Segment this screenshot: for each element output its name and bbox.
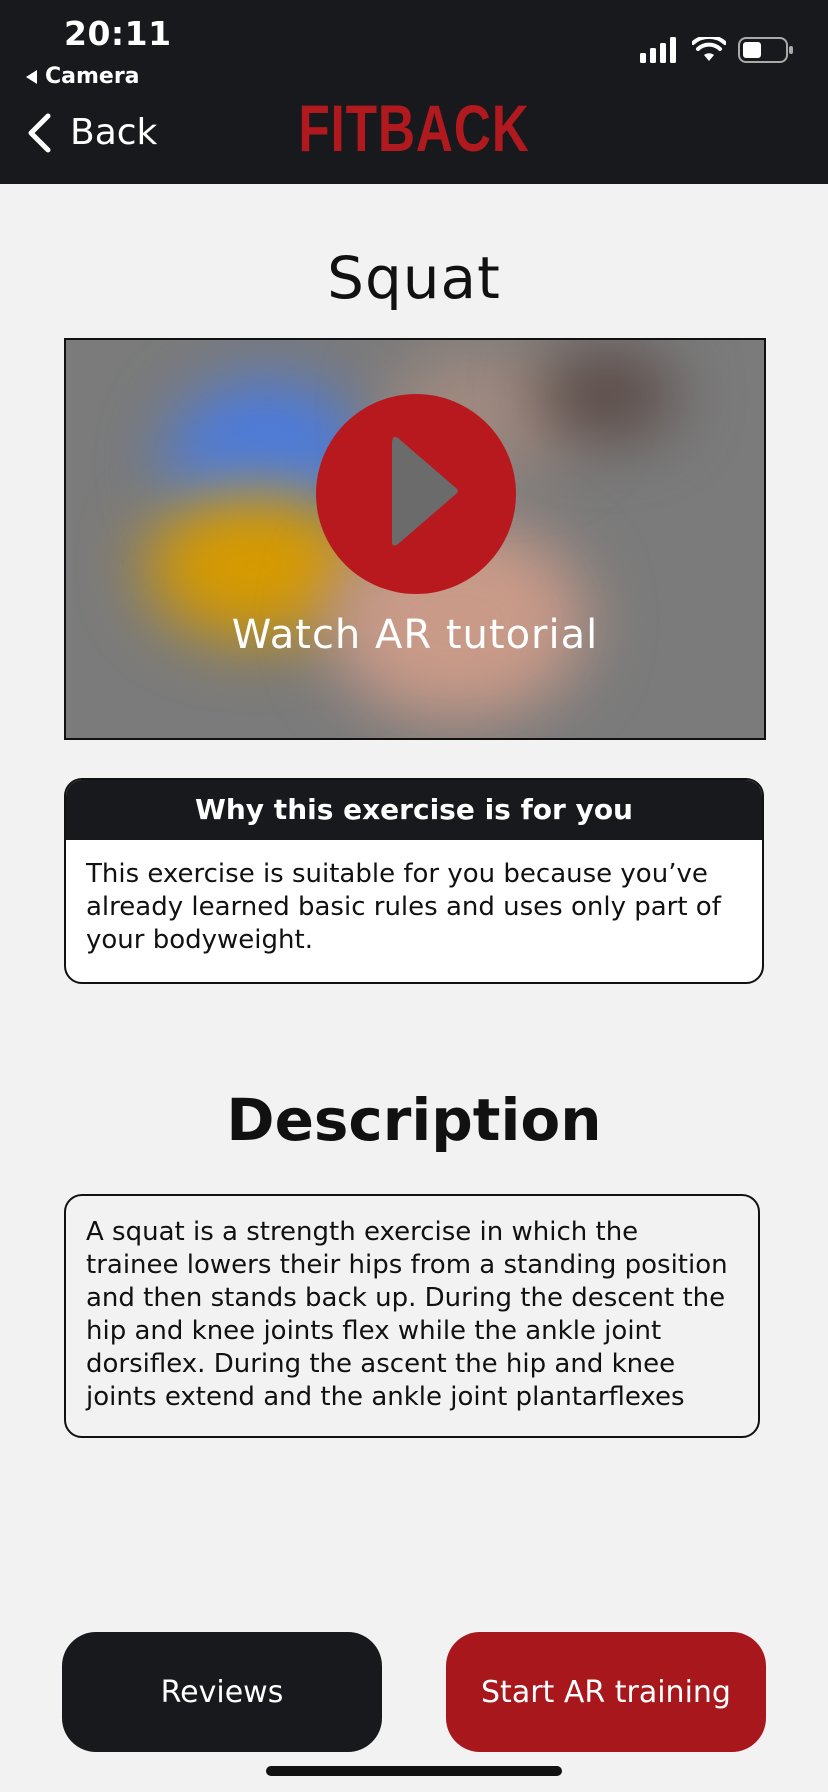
why-exercise-card: Why this exercise is for you This exerci…	[64, 778, 764, 984]
ar-tutorial-video[interactable]: Watch AR tutorial	[64, 338, 766, 740]
status-time: 20:11	[64, 14, 172, 53]
why-card-body: This exercise is suitable for you becaus…	[86, 859, 721, 955]
battery-icon	[738, 37, 793, 63]
status-icons	[640, 36, 794, 64]
back-triangle-icon	[26, 69, 37, 84]
chevron-left-icon	[28, 113, 51, 152]
why-card-title: Why this exercise is for you	[66, 780, 762, 840]
signal-icon	[640, 37, 676, 63]
header-bar: 20:11 Camera Back FITBACK	[0, 0, 828, 184]
video-label: Watch AR tutorial	[231, 612, 599, 658]
app-logo: FITBACK	[298, 91, 530, 165]
home-indicator[interactable]	[266, 1766, 562, 1776]
back-to-camera[interactable]: Camera	[26, 64, 140, 89]
reviews-button[interactable]: Reviews	[62, 1632, 382, 1752]
wifi-icon	[692, 37, 726, 61]
play-icon	[392, 436, 458, 546]
description-text: A squat is a strength exercise in which …	[64, 1194, 760, 1438]
video-blur-dark	[536, 350, 676, 440]
back-to-camera-label: Camera	[45, 64, 140, 89]
description-heading: Description	[226, 1086, 602, 1154]
play-button[interactable]	[316, 394, 516, 594]
start-ar-training-button[interactable]: Start AR training	[446, 1632, 766, 1752]
exercise-title: Squat	[327, 244, 501, 312]
